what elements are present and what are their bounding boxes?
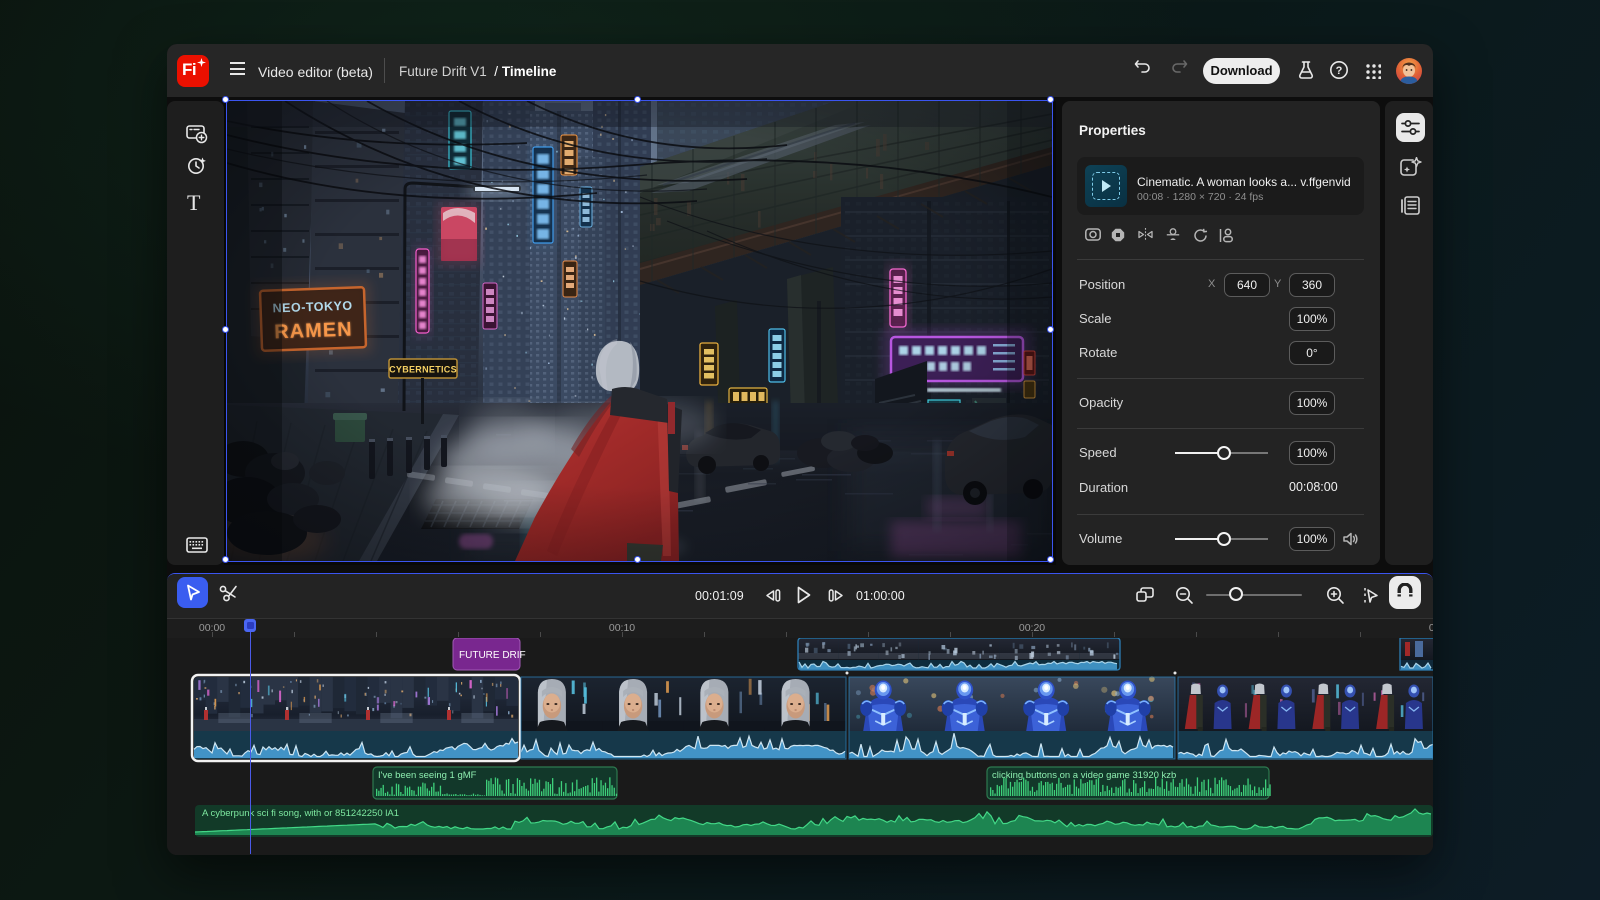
- svg-text:?: ?: [1336, 65, 1343, 77]
- svg-text:I've been seeing 1 gMF: I've been seeing 1 gMF: [378, 770, 477, 781]
- svg-text:FUTURE DRIF: FUTURE DRIF: [459, 650, 526, 661]
- svg-text:A cyberpunk sci fi song, with: A cyberpunk sci fi song, with or 8512422…: [202, 808, 399, 819]
- svg-text:clicking buttons on a video ga: clicking buttons on a video game 31920 k…: [992, 770, 1176, 781]
